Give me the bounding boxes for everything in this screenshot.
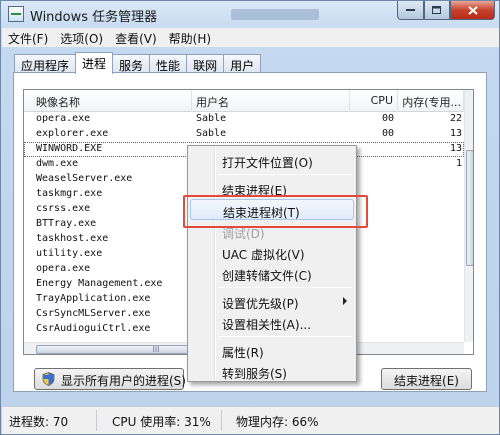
column-user-name[interactable]: 用户名 [192,90,350,112]
cpu-usage: CPU 使用率: 31% [112,415,211,429]
process-cell-name: CsrAudioguiCtrl.exe [36,323,151,334]
close-icon [467,5,478,15]
vertical-scrollbar[interactable] [464,90,473,342]
process-cell-name: explorer.exe [36,128,109,139]
process-cell-name: opera.exe [36,263,91,274]
menu-uac-virtualization[interactable]: UAC 虚拟化(V) [190,242,354,263]
process-cell-name: csrss.exe [36,203,91,214]
status-divider [96,410,97,431]
menu-go-to-service[interactable]: 转到服务(S) [190,361,354,382]
process-cell-name: CsrSyncMLServer.exe [36,308,151,319]
menu-options[interactable]: 选项(O) [54,28,109,47]
menu-help[interactable]: 帮助(H) [163,28,217,47]
menu-properties[interactable]: 属性(R) [190,340,354,361]
status-bar: 进程数: 70 CPU 使用率: 31% 物理内存: 66% [2,406,499,434]
menu-separator [218,174,352,175]
process-cell-user: Sable [196,128,227,139]
close-button[interactable] [450,1,495,20]
window-title: Windows 任务管理器 [30,10,158,25]
process-cell-mem: 13 [449,143,462,154]
vertical-scroll-thumb[interactable] [466,150,473,266]
menu-separator [218,287,352,288]
menu-set-affinity[interactable]: 设置相关性(A)... [190,312,354,333]
tab-services[interactable]: 服务 [112,54,151,73]
context-menu: 打开文件位置(O) 结束进程(E) 结束进程树(T) 调试(D) UAC 虚拟化… [187,145,357,382]
process-row[interactable]: opera.exe Sable 00 22 [24,112,464,127]
process-cell-cpu: 00 [381,113,394,124]
tab-applications[interactable]: 应用程序 [14,54,77,73]
process-list-header: 映像名称 用户名 CPU 内存(专用... [24,90,464,112]
minimize-icon [405,9,415,11]
process-cell-name: TrayApplication.exe [36,293,151,304]
process-cell-name: WeaselServer.exe [36,173,133,184]
status-divider [221,410,222,431]
minimize-button[interactable] [397,1,424,20]
uac-shield-icon [42,372,55,386]
process-cell-cpu: 00 [381,128,394,139]
menu-view[interactable]: 查看(V) [109,28,163,47]
column-image-name[interactable]: 映像名称 [32,90,192,112]
menu-set-priority[interactable]: 设置优先级(P) [190,291,354,312]
physical-memory: 物理内存: 66% [236,415,319,429]
process-cell-name: BTTray.exe [36,218,97,229]
process-count: 进程数: 70 [9,415,69,429]
process-cell-name: opera.exe [36,113,91,124]
show-all-users-label: 显示所有用户的进程(S) [61,374,186,388]
task-manager-icon [8,6,24,22]
process-cell-name: taskmgr.exe [36,188,103,199]
menu-open-file-location[interactable]: 打开文件位置(O) [190,150,354,171]
menu-separator [218,336,352,337]
maximize-icon [432,5,441,14]
menu-bar: 文件(F) 选项(O) 查看(V) 帮助(H) [2,28,499,47]
column-cpu[interactable]: CPU [350,90,398,112]
process-cell-name: taskhost.exe [36,233,109,244]
maximize-button[interactable] [424,1,450,20]
process-cell-name: dwm.exe [36,158,79,169]
menu-set-priority-label: 设置优先级(P) [222,297,299,311]
submenu-arrow-icon [343,297,347,305]
process-cell-user: Sable [196,113,227,124]
title-bar-blur [231,9,319,20]
menu-create-dump-file[interactable]: 创建转储文件(C) [190,263,354,284]
tab-performance[interactable]: 性能 [149,54,188,73]
tab-networking[interactable]: 联网 [186,54,225,73]
end-process-button[interactable]: 结束进程(E) [381,368,472,390]
menu-file[interactable]: 文件(F) [2,28,54,47]
process-cell-name: WINWORD.EXE [36,143,103,154]
tab-strip: 应用程序 进程 服务 性能 联网 用户 [14,52,262,74]
process-cell-name: Energy Management.exe [36,278,163,289]
column-memory[interactable]: 内存(专用... [398,90,464,112]
process-row[interactable]: explorer.exe Sable 00 13 [24,127,464,142]
title-bar[interactable]: Windows 任务管理器 [1,1,499,27]
process-cell-mem: 13 [449,128,462,139]
process-cell-name: utility.exe [36,248,103,259]
tab-users[interactable]: 用户 [223,54,262,73]
show-all-users-button[interactable]: 显示所有用户的进程(S) [34,368,186,390]
process-cell-mem: 22 [449,113,462,124]
process-cell-mem: 1 [455,158,462,169]
tab-processes[interactable]: 进程 [75,52,114,74]
annotation-highlight-box [183,195,368,228]
